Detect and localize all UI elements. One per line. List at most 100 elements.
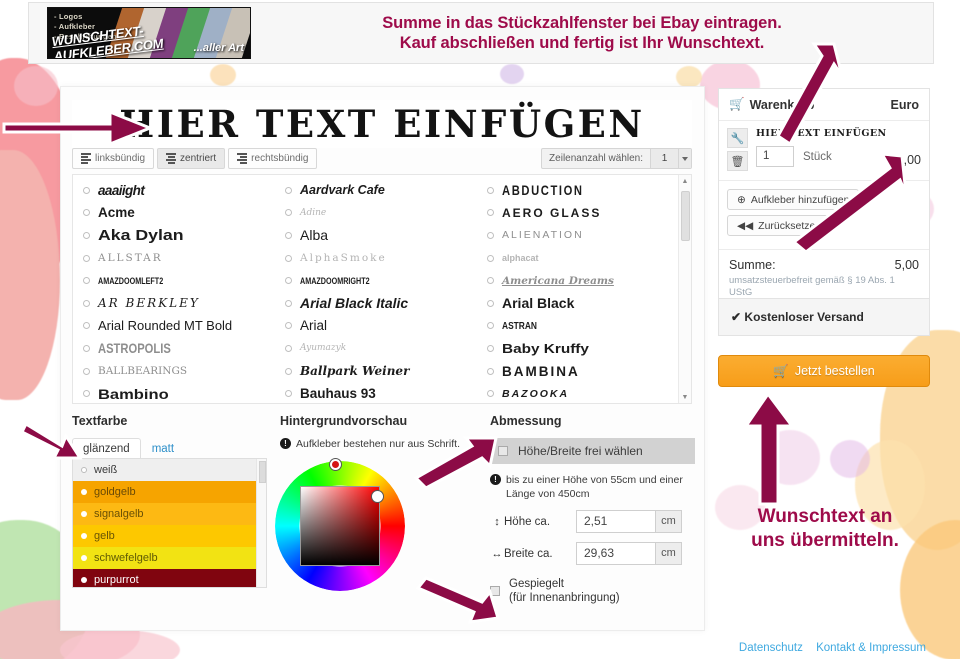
font-item[interactable]: AR BERKLEY <box>75 292 275 315</box>
font-item[interactable]: Aardvark Cafe <box>277 179 477 202</box>
font-item[interactable]: aaaiight <box>75 179 275 202</box>
font-item[interactable]: ASTROPOLIS <box>75 337 275 360</box>
radio-icon[interactable] <box>285 254 292 262</box>
radio-icon[interactable] <box>83 231 90 239</box>
contact-link[interactable]: Kontakt & Impressum <box>816 642 926 654</box>
radio-icon[interactable] <box>487 186 494 194</box>
font-item[interactable]: ASTRAN <box>479 315 679 338</box>
font-list-scrollbar[interactable]: ▲ ▼ <box>678 175 691 403</box>
font-list[interactable]: aaaiight Acme Aka Dylan ALLSTAR AMAZDOOM… <box>72 174 692 404</box>
radio-icon[interactable] <box>285 344 292 352</box>
hue-marker[interactable] <box>330 459 341 470</box>
radio-icon[interactable] <box>285 277 292 285</box>
font-item[interactable]: Adine <box>277 202 477 225</box>
font-item[interactable]: Acme <box>75 202 275 225</box>
color-wheel-picker[interactable] <box>275 459 405 591</box>
radio-icon[interactable] <box>83 299 90 307</box>
radio-icon[interactable] <box>83 209 90 217</box>
align-right-button[interactable]: rechtsbündig <box>228 148 318 169</box>
radio-icon[interactable] <box>83 390 90 398</box>
radio-icon[interactable] <box>285 367 292 375</box>
font-item[interactable]: Americana Dreams <box>479 269 679 292</box>
radio-icon[interactable] <box>285 299 292 307</box>
font-item[interactable]: Arial Black <box>479 292 679 315</box>
font-item[interactable]: ABDUCTION <box>479 179 679 202</box>
radio-icon[interactable] <box>487 390 494 398</box>
radio-icon[interactable] <box>487 367 494 375</box>
radio-icon[interactable] <box>83 322 90 330</box>
color-list-scrollbar[interactable] <box>256 459 266 587</box>
tab-matt[interactable]: matt <box>141 438 185 459</box>
radio-icon[interactable] <box>487 344 494 352</box>
color-option-signalgelb[interactable]: signalgelb <box>73 503 266 525</box>
font-item[interactable]: Ballpark Weiner <box>277 360 477 383</box>
scroll-down-icon[interactable]: ▼ <box>679 391 691 403</box>
font-item[interactable]: Ayumazyk <box>277 337 477 360</box>
header-instruction-line1: Summe in das Stückzahlfenster bei Ebay e… <box>382 14 782 32</box>
font-item[interactable]: BAMBINA <box>479 360 679 383</box>
radio-icon[interactable] <box>487 209 494 217</box>
font-item[interactable]: AMAZDOOMRIGHT2 <box>277 269 477 292</box>
radio-icon[interactable] <box>487 254 494 262</box>
edit-wrench-icon[interactable]: 🔧 <box>727 128 748 148</box>
align-left-button[interactable]: linksbündig <box>72 148 155 169</box>
order-now-button[interactable]: 🛒 Jetzt bestellen <box>718 355 930 387</box>
scrollbar-thumb[interactable] <box>681 191 690 241</box>
font-item[interactable]: AlphaSmoke <box>277 247 477 270</box>
font-item[interactable]: Bambino <box>75 382 275 403</box>
saturation-marker[interactable] <box>372 491 383 502</box>
font-item[interactable]: BAZOOKA <box>479 382 679 403</box>
width-input[interactable]: 29,63 <box>576 542 656 565</box>
radio-icon[interactable] <box>487 277 494 285</box>
radio-icon[interactable] <box>487 322 494 330</box>
radio-icon[interactable] <box>285 322 292 330</box>
text-preview-area[interactable]: HIER TEXT EINFÜGEN <box>72 100 692 148</box>
color-option-goldgelb[interactable]: goldgelb <box>73 481 266 503</box>
font-item[interactable]: Arial <box>277 315 477 338</box>
radio-icon[interactable] <box>83 277 90 285</box>
font-item[interactable]: Bauhaus 93 <box>277 382 477 403</box>
scrollbar-thumb[interactable] <box>258 461 266 483</box>
line-count-label: Zeilenanzahl wählen: <box>549 153 643 164</box>
font-item[interactable]: AERO GLASS <box>479 202 679 225</box>
saturation-value-square[interactable] <box>300 486 380 566</box>
font-item[interactable]: AMAZDOOMLEFT2 <box>75 269 275 292</box>
font-item[interactable]: Arial Black Italic <box>277 292 477 315</box>
radio-icon[interactable] <box>285 390 292 398</box>
font-item[interactable]: BALLBEARINGS <box>75 360 275 383</box>
align-center-button[interactable]: zentriert <box>157 148 226 169</box>
privacy-link[interactable]: Datenschutz <box>739 642 803 654</box>
radio-icon[interactable] <box>83 367 90 375</box>
mirror-toggle[interactable]: Gespiegelt (für Innenanbringung) <box>490 577 695 605</box>
font-item[interactable]: ALLSTAR <box>75 247 275 270</box>
font-item[interactable]: Baby Kruffy <box>479 337 679 360</box>
free-shipping-label: Kostenloser Versand <box>744 310 864 324</box>
chevron-down-icon[interactable] <box>678 149 691 168</box>
free-size-toggle[interactable]: Höhe/Breite frei wählen <box>490 438 695 464</box>
color-option-list[interactable]: weiß goldgelb signalgelb gelb schwefelge… <box>72 458 267 588</box>
radio-icon[interactable] <box>285 231 292 239</box>
width-label: Breite ca. <box>504 547 553 560</box>
size-limit-note: ! bis zu einer Höhe von 55cm und einer L… <box>490 473 695 501</box>
color-option-gelb[interactable]: gelb <box>73 525 266 547</box>
radio-icon[interactable] <box>83 186 90 194</box>
height-input[interactable]: 2,51 <box>576 510 656 533</box>
font-item[interactable]: ALIENATION <box>479 224 679 247</box>
color-option-schwefelgelb[interactable]: schwefelgelb <box>73 547 266 569</box>
radio-icon[interactable] <box>285 186 292 194</box>
delete-trash-icon[interactable]: 🗑 <box>727 151 748 171</box>
color-option-weiss[interactable]: weiß <box>73 459 266 481</box>
radio-icon[interactable] <box>83 344 90 352</box>
radio-icon[interactable] <box>487 299 494 307</box>
font-item[interactable]: Aka Dylan <box>75 224 275 247</box>
radio-icon[interactable] <box>487 231 494 239</box>
radio-icon[interactable] <box>285 209 292 217</box>
line-count-selector[interactable]: Zeilenanzahl wählen: 1 <box>541 148 692 169</box>
scroll-up-icon[interactable]: ▲ <box>679 175 691 187</box>
font-item[interactable]: Arial Rounded MT Bold <box>75 315 275 338</box>
font-item[interactable]: Alba <box>277 224 477 247</box>
font-item[interactable]: alphacat <box>479 247 679 270</box>
radio-icon[interactable] <box>83 254 90 262</box>
site-logo[interactable]: - Logos - Aufkleber - Beschriftungen WUN… <box>47 7 251 59</box>
color-option-purpurrot[interactable]: purpurrot <box>73 569 266 587</box>
